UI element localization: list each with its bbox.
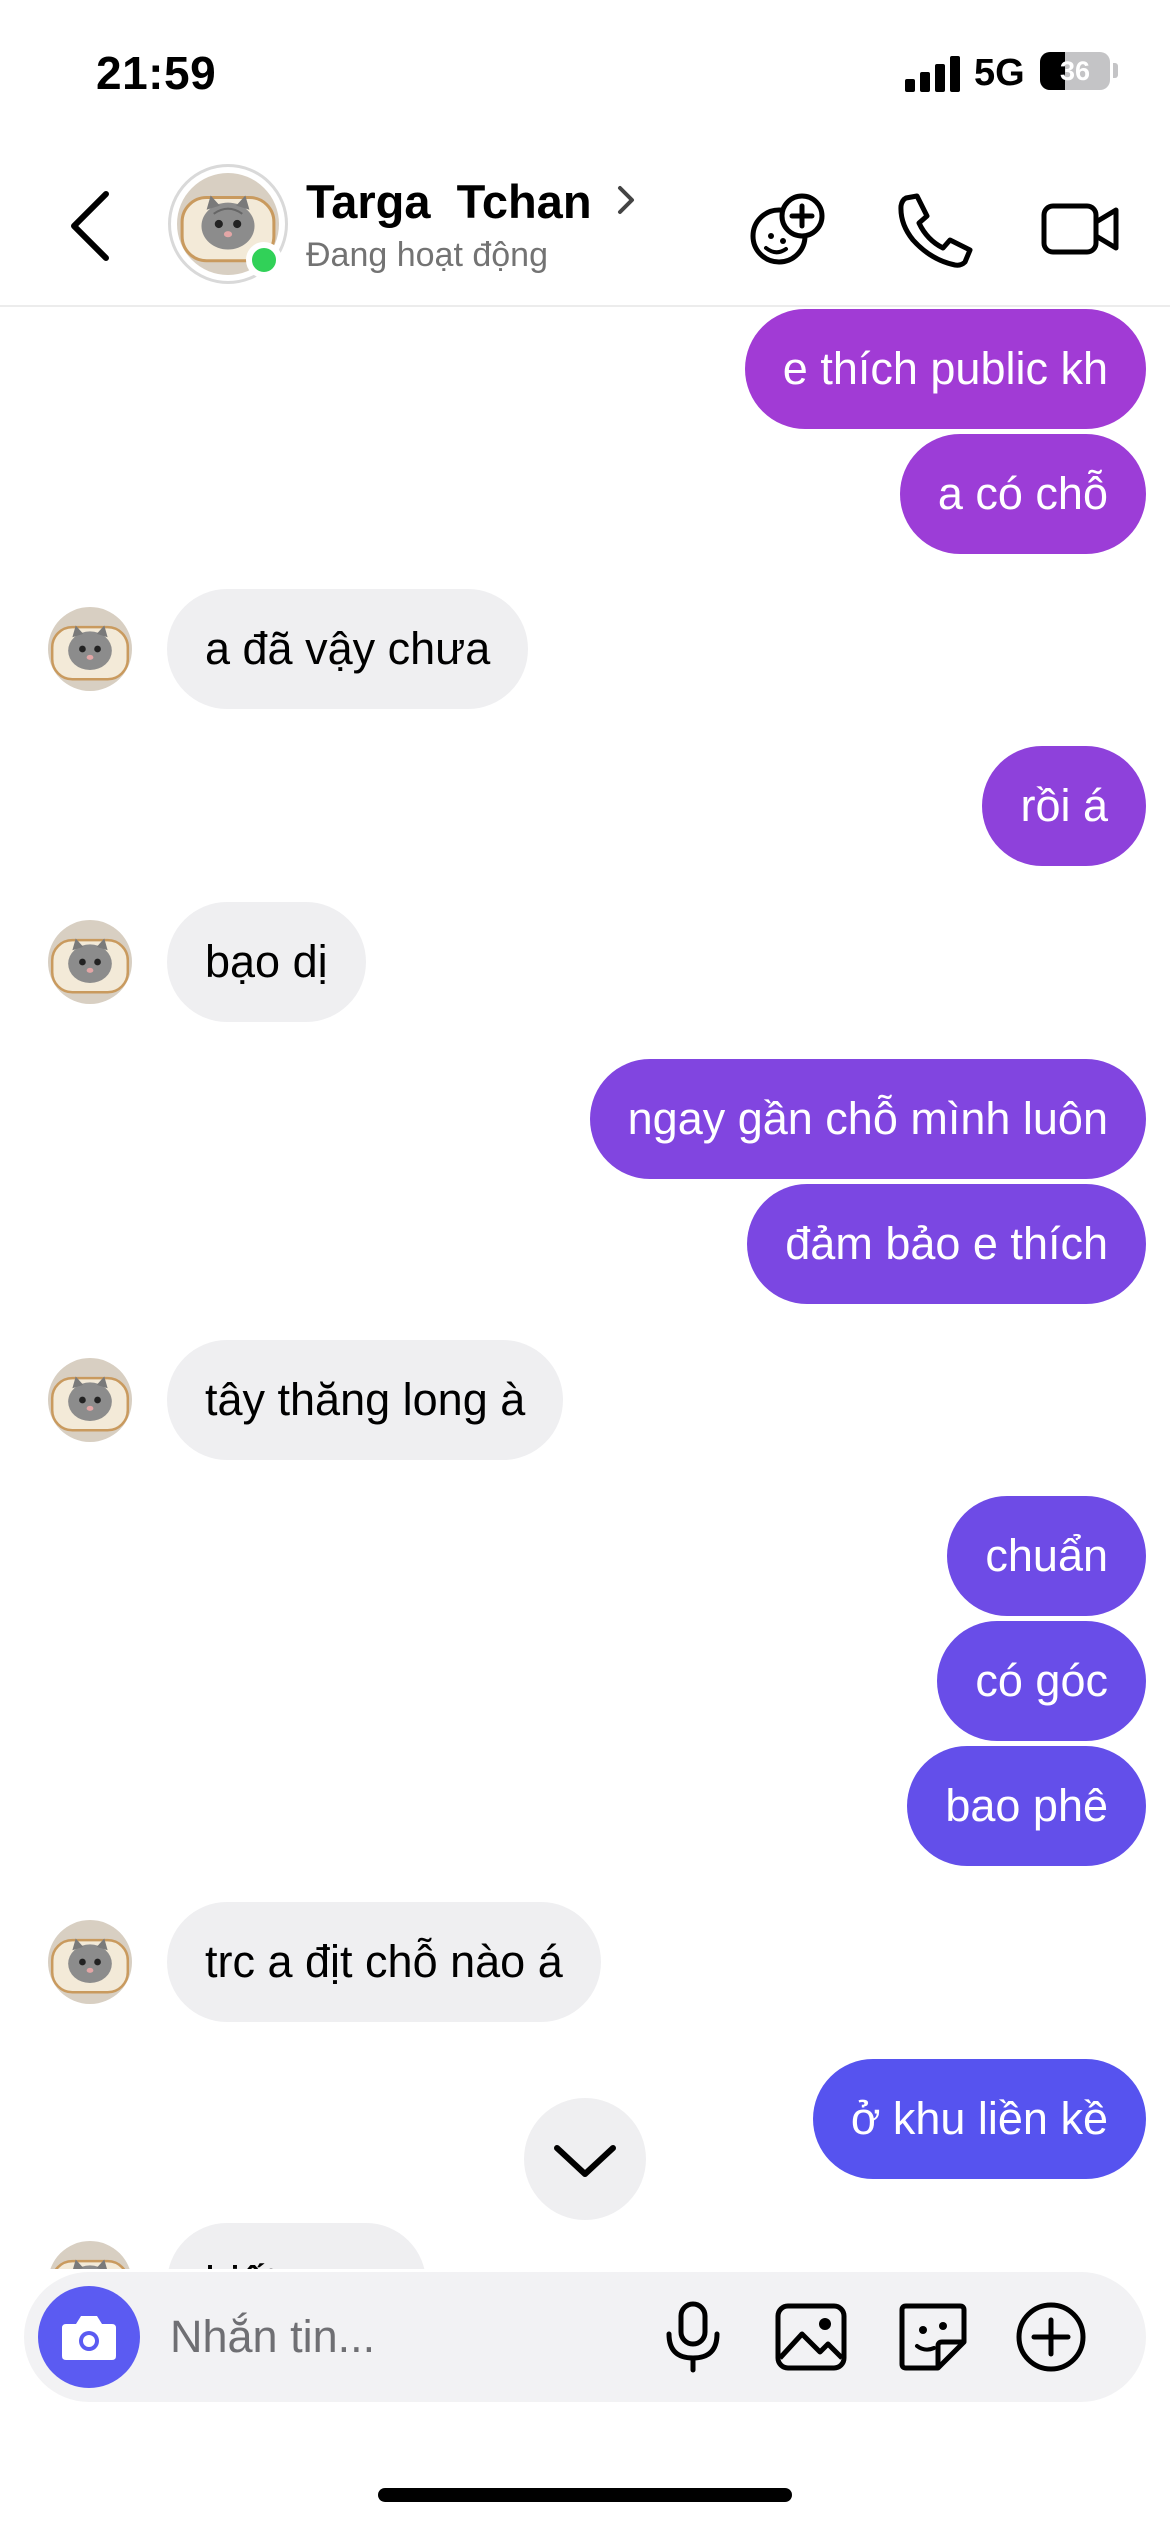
cellular-signal-icon xyxy=(905,56,963,92)
outgoing-message-bubble[interactable]: rồi á xyxy=(982,746,1146,866)
incoming-message-bubble[interactable]: bạo dị xyxy=(167,902,366,1022)
contact-name[interactable]: Targa Tchan xyxy=(306,174,592,229)
camera-button[interactable] xyxy=(38,2286,140,2388)
gallery-icon[interactable] xyxy=(770,2296,852,2378)
outgoing-message-bubble[interactable]: có góc xyxy=(937,1621,1146,1741)
sender-avatar[interactable] xyxy=(48,920,132,1004)
network-type: 5G xyxy=(974,52,1025,94)
incoming-message-bubble[interactable]: tây thăng long à xyxy=(167,1340,564,1460)
phone-icon[interactable] xyxy=(893,186,979,272)
message-list[interactable]: e thích public kh a có chỗ a đã vậy chưa rồ… xyxy=(0,309,1170,2269)
battery-tip xyxy=(1113,63,1118,78)
outgoing-message-bubble[interactable]: ngay gần chỗ mình luôn xyxy=(589,1059,1146,1179)
sender-avatar[interactable] xyxy=(48,1358,132,1442)
incoming-message-bubble[interactable]: biết ngay xyxy=(167,2223,426,2269)
presence-status: Đang hoạt động xyxy=(306,236,548,274)
back-chevron-icon xyxy=(71,191,109,261)
incoming-message-bubble[interactable]: trc a địt chỗ nào á xyxy=(167,1902,601,2022)
effects-icon[interactable] xyxy=(746,186,832,272)
outgoing-message-bubble[interactable]: chuẩn xyxy=(947,1496,1146,1616)
chevron-right-icon[interactable] xyxy=(612,182,640,218)
battery-percentage: 36 xyxy=(1059,56,1091,86)
incoming-message-bubble[interactable]: a đã vậy chưa xyxy=(167,589,529,709)
sender-avatar[interactable] xyxy=(48,1920,132,2004)
video-camera-icon[interactable] xyxy=(1038,186,1124,272)
status-bar: 21:59 5G 36 xyxy=(0,0,1170,150)
message-input[interactable]: Nhắn tin... xyxy=(170,2272,375,2402)
outgoing-message-bubble[interactable]: đảm bảo e thích xyxy=(747,1184,1146,1304)
chat-header: Targa Tchan Đang hoạt động xyxy=(0,150,1170,307)
online-status-dot xyxy=(246,242,282,278)
outgoing-message-bubble[interactable]: a có chỗ xyxy=(899,434,1146,554)
battery-icon: 36 xyxy=(1040,52,1110,90)
add-icon[interactable] xyxy=(1010,2296,1092,2378)
outgoing-message-bubble[interactable]: bao phê xyxy=(907,1746,1146,1866)
chevron-down-icon xyxy=(554,2145,616,2177)
home-indicator xyxy=(378,2488,792,2502)
status-time: 21:59 xyxy=(96,47,217,99)
sender-avatar[interactable] xyxy=(48,2241,132,2269)
message-composer: Nhắn tin... xyxy=(24,2272,1146,2402)
outgoing-message-bubble[interactable]: ở khu liền kề xyxy=(812,2059,1146,2179)
sticker-icon[interactable] xyxy=(892,2296,974,2378)
back-button[interactable] xyxy=(60,186,130,266)
microphone-icon[interactable] xyxy=(652,2296,734,2378)
camera-icon xyxy=(62,2316,116,2360)
sender-avatar[interactable] xyxy=(48,607,132,691)
outgoing-message-bubble[interactable]: e thích public kh xyxy=(744,309,1146,429)
chat-screen: 21:59 5G 36 Targa Tchan Đang hoạt động e… xyxy=(0,0,1170,2532)
scroll-to-latest-button[interactable] xyxy=(524,2098,646,2220)
